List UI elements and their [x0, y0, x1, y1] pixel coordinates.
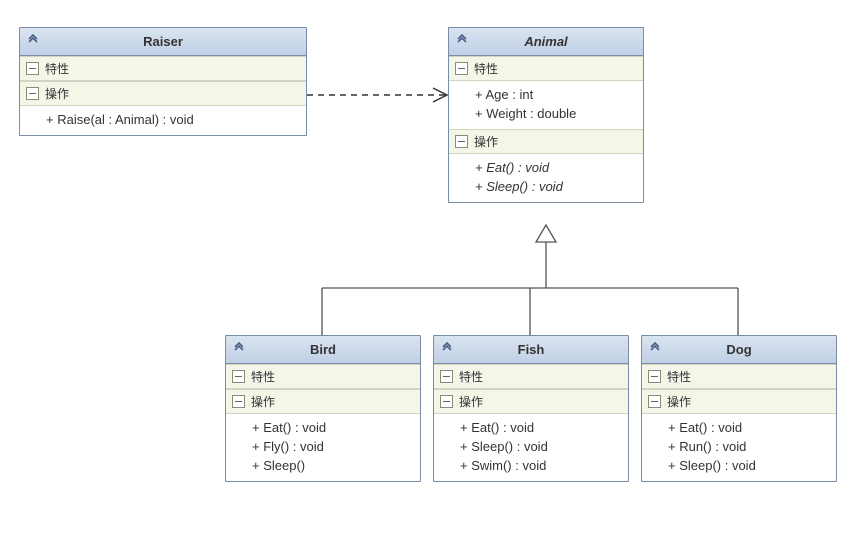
class-title-dog: Dog — [642, 336, 836, 364]
section-attributes[interactable]: 特性 — [434, 364, 628, 389]
minus-icon — [232, 395, 245, 408]
operation-item[interactable]: + Eat() : void — [226, 418, 420, 437]
minus-icon — [648, 370, 661, 383]
attribute-item[interactable]: + Age : int — [449, 85, 643, 104]
section-label: 特性 — [45, 62, 69, 76]
operation-item[interactable]: + Eat() : void — [449, 158, 643, 177]
operation-item[interactable]: + Swim() : void — [434, 456, 628, 475]
section-attributes[interactable]: 特性 — [226, 364, 420, 389]
minus-icon — [26, 87, 39, 100]
section-label: 操作 — [667, 395, 691, 409]
section-attributes[interactable]: 特性 — [449, 56, 643, 81]
operation-item[interactable]: + Sleep() — [226, 456, 420, 475]
section-label: 特性 — [667, 370, 691, 384]
section-label: 操作 — [474, 135, 498, 149]
operation-item[interactable]: + Run() : void — [642, 437, 836, 456]
operation-item[interactable]: + Eat() : void — [642, 418, 836, 437]
generalization-arrowhead — [536, 225, 556, 242]
operation-item[interactable]: + Eat() : void — [434, 418, 628, 437]
section-operations[interactable]: 操作 — [642, 389, 836, 414]
class-title-animal: Animal — [449, 28, 643, 56]
operation-item[interactable]: + Fly() : void — [226, 437, 420, 456]
collapse-icon[interactable] — [26, 33, 40, 47]
section-label: 操作 — [459, 395, 483, 409]
section-attributes[interactable]: 特性 — [642, 364, 836, 389]
attributes-list: + Age : int + Weight : double — [449, 81, 643, 129]
minus-icon — [232, 370, 245, 383]
class-name: Animal — [524, 34, 567, 49]
section-operations[interactable]: 操作 — [449, 129, 643, 154]
collapse-icon[interactable] — [232, 341, 246, 355]
operations-list: + Raise(al : Animal) : void — [20, 106, 306, 135]
section-label: 操作 — [251, 395, 275, 409]
section-attributes[interactable]: 特性 — [20, 56, 306, 81]
operation-item[interactable]: + Raise(al : Animal) : void — [20, 110, 306, 129]
class-name: Raiser — [143, 34, 183, 49]
minus-icon — [455, 135, 468, 148]
class-animal[interactable]: Animal 特性 + Age : int + Weight : double … — [448, 27, 644, 203]
minus-icon — [26, 62, 39, 75]
class-title-bird: Bird — [226, 336, 420, 364]
minus-icon — [440, 395, 453, 408]
section-operations[interactable]: 操作 — [20, 81, 306, 106]
operation-item[interactable]: + Sleep() : void — [642, 456, 836, 475]
collapse-icon[interactable] — [440, 341, 454, 355]
operations-list: + Eat() : void + Fly() : void + Sleep() — [226, 414, 420, 481]
operations-list: + Eat() : void + Sleep() : void + Swim()… — [434, 414, 628, 481]
class-name: Fish — [518, 342, 545, 357]
operation-item[interactable]: + Sleep() : void — [449, 177, 643, 196]
class-name: Dog — [726, 342, 751, 357]
attribute-item[interactable]: + Weight : double — [449, 104, 643, 123]
operations-list: + Eat() : void + Sleep() : void — [449, 154, 643, 202]
collapse-icon[interactable] — [455, 33, 469, 47]
class-bird[interactable]: Bird 特性 操作 + Eat() : void + Fly() : void… — [225, 335, 421, 482]
operation-item[interactable]: + Sleep() : void — [434, 437, 628, 456]
class-name: Bird — [310, 342, 336, 357]
class-fish[interactable]: Fish 特性 操作 + Eat() : void + Sleep() : vo… — [433, 335, 629, 482]
uml-canvas: { "labels": { "attributes": "特性", "opera… — [0, 0, 856, 535]
section-operations[interactable]: 操作 — [226, 389, 420, 414]
class-raiser[interactable]: Raiser 特性 操作 + Raise(al : Animal) : void — [19, 27, 307, 136]
class-title-raiser: Raiser — [20, 28, 306, 56]
class-title-fish: Fish — [434, 336, 628, 364]
minus-icon — [455, 62, 468, 75]
collapse-icon[interactable] — [648, 341, 662, 355]
section-label: 操作 — [45, 87, 69, 101]
section-label: 特性 — [251, 370, 275, 384]
section-label: 特性 — [474, 62, 498, 76]
operations-list: + Eat() : void + Run() : void + Sleep() … — [642, 414, 836, 481]
section-label: 特性 — [459, 370, 483, 384]
section-operations[interactable]: 操作 — [434, 389, 628, 414]
minus-icon — [440, 370, 453, 383]
minus-icon — [648, 395, 661, 408]
class-dog[interactable]: Dog 特性 操作 + Eat() : void + Run() : void … — [641, 335, 837, 482]
dependency-arrowhead — [433, 88, 447, 102]
